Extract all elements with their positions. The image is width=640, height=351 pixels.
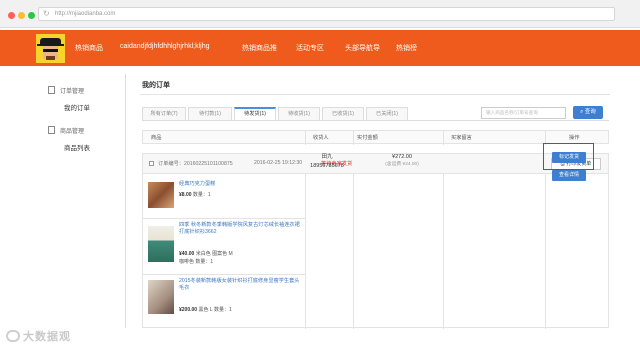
search-input[interactable]: 输入商品名称/订单号查询 xyxy=(481,107,566,119)
table-header: 商品 收货人 实付金额 买家留言 操作 xyxy=(142,130,609,145)
product-spec-line2: 咖啡色 数量：1 xyxy=(179,259,214,265)
order-number: 订单编号：20160225101100875 xyxy=(158,161,233,167)
tabs-underline xyxy=(142,120,609,121)
sidebar-group-title: 订单管理 xyxy=(60,89,85,95)
product-image[interactable] xyxy=(148,280,174,314)
sidebar-item-product-list[interactable]: 商品列表 xyxy=(64,142,90,152)
nav-item-hot-goods[interactable]: 热销商品 xyxy=(75,43,103,53)
product-name[interactable]: 2015冬装新款韩版女装针织衫打底修身显瘦学生套头毛衣 xyxy=(179,278,301,292)
main-content: 我的订单 所有订单(7) 待付款(1) 待发货(1) 待收货(1) 已收货(1)… xyxy=(126,74,616,329)
recipient-name: 田九 xyxy=(321,154,333,160)
nav-item-header-nav[interactable]: 头部导航导 xyxy=(345,43,380,53)
watermark-text: 大数据观 xyxy=(23,331,71,343)
trash-icon xyxy=(48,126,55,134)
shipping-note: (含运费 ¥24.00) xyxy=(385,162,419,167)
window-minimize-dot[interactable] xyxy=(18,12,25,19)
nav-item-events[interactable]: 活动专区 xyxy=(296,43,324,53)
product-spec: 米白色 图案色 M xyxy=(195,251,233,257)
product-name[interactable]: 四季 秋冬新款冬季韩版学院风复古灯芯绒长袖连衣裙打底针织衫3662 xyxy=(179,222,301,236)
nav-item-bestsellers[interactable]: 热销榜 xyxy=(396,43,417,53)
tab-received[interactable]: 已收货(1) xyxy=(322,107,364,121)
address-text: http://mjiaodianba.com xyxy=(55,11,116,17)
product-price-spec: ¥200.00 黑色 L 数量：1 xyxy=(179,306,232,313)
divider xyxy=(140,94,610,95)
paid-amount: ¥272.00 (含运费 ¥24.00) xyxy=(362,153,442,169)
search-button[interactable]: ⌕ 查询 xyxy=(573,106,603,119)
tab-pending-payment[interactable]: 待付款(1) xyxy=(188,107,232,121)
view-details-button[interactable]: 查看详情 xyxy=(552,170,586,181)
product-image[interactable] xyxy=(148,226,174,262)
site-logo[interactable] xyxy=(36,34,65,63)
window-zoom-dot[interactable] xyxy=(28,12,35,19)
nav-item-hot-recommend[interactable]: 热销商品推 xyxy=(242,43,277,53)
search-button-label: 查询 xyxy=(584,109,596,115)
column-actions: 操作 xyxy=(569,135,580,141)
product-qty: 数量：1 xyxy=(192,192,211,198)
recipient-info: 田九 18956785678 xyxy=(302,153,352,171)
column-product: 商品 xyxy=(151,135,162,141)
product-price-qty: ¥8.00 数量：1 xyxy=(179,191,211,198)
watermark-logo-icon xyxy=(6,330,20,342)
tab-pending-shipment[interactable]: 待发货(1) xyxy=(234,107,276,121)
product-qty: 数量：1 xyxy=(214,307,232,313)
column-buyer-message: 买家留言 xyxy=(451,135,472,141)
product-name[interactable]: 经典巧克力蛋糕 xyxy=(179,181,301,188)
tab-closed[interactable]: 已关闭(1) xyxy=(366,107,408,121)
sidebar-group-orders: 订单管理 xyxy=(48,86,84,95)
window-close-dot[interactable] xyxy=(8,12,15,19)
page-title: 我的订单 xyxy=(142,82,170,89)
sidebar-group-products: 商品管理 xyxy=(48,126,84,135)
order-time: 2016-02-25 19:12:30 xyxy=(254,160,303,166)
product-spec: 黑色 L xyxy=(198,307,213,313)
tab-pending-receipt[interactable]: 待收货(1) xyxy=(278,107,320,121)
product-price: ¥8.00 xyxy=(179,192,192,198)
mark-shipped-button[interactable]: 标记发货 xyxy=(552,152,586,163)
order-checkbox[interactable] xyxy=(149,161,154,166)
recipient-phone: 18956785678 xyxy=(310,163,344,169)
site-header: 热销商品 caidandjfdjhfdhhlghjrhkl;kljhg 热销商品… xyxy=(0,30,640,66)
column-recipient: 收货人 xyxy=(313,135,329,141)
nav-item-menu[interactable]: caidandjfdjhfdhhlghjrhkl;kljhg xyxy=(120,43,210,50)
address-bar[interactable]: ↻ http://mjiaodianba.com xyxy=(38,7,615,21)
browser-window: ↻ http://mjiaodianba.com 热销商品 caidandjfd… xyxy=(0,0,640,351)
search-icon: ⌕ xyxy=(580,109,584,115)
sidebar-item-my-orders[interactable]: 我的订单 xyxy=(64,102,90,112)
browser-toolbar: ↻ http://mjiaodianba.com xyxy=(0,0,640,28)
tab-all-orders[interactable]: 所有订单(7) xyxy=(142,107,186,121)
amount-value: ¥272.00 xyxy=(392,154,412,160)
order-card: 订单编号：20160225101100875 2016-02-25 19:12:… xyxy=(142,153,609,329)
refresh-icon[interactable]: ↻ xyxy=(43,8,50,20)
product-price: ¥200.00 xyxy=(179,307,198,313)
product-price-spec: ¥40.00 米白色 图案色 M xyxy=(179,250,233,257)
product-image[interactable] xyxy=(148,182,174,208)
sidebar-group-title: 商品管理 xyxy=(60,129,85,135)
column-amount: 实付金额 xyxy=(357,135,378,141)
product-price: ¥40.00 xyxy=(179,251,195,257)
watermark: 大数据观 xyxy=(6,328,71,344)
sidebar: 订单管理 我的订单 商品管理 商品列表 xyxy=(36,74,126,328)
document-icon xyxy=(48,86,55,94)
